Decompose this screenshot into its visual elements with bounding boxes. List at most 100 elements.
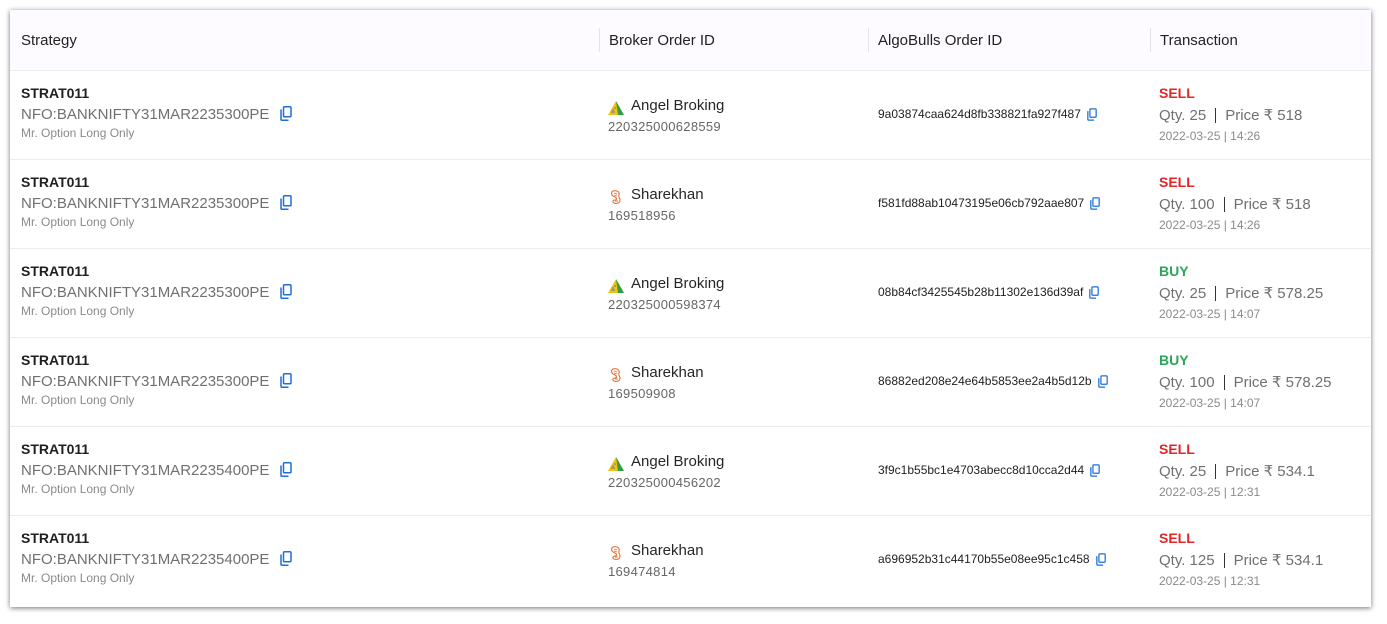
copy-icon[interactable] (280, 373, 293, 388)
copy-icon[interactable] (280, 551, 293, 566)
price: Price ₹ 518 (1233, 196, 1311, 213)
qty-price: Qty. 100 Price ₹ 518 (1159, 195, 1311, 214)
instrument-symbol: NFO:BANKNIFTY31MAR2235300PE (21, 373, 270, 390)
broker-order-id: 169518956 (608, 208, 676, 223)
quantity: Qty. 100 (1159, 195, 1215, 213)
copy-icon[interactable] (1095, 552, 1106, 566)
instrument-cell: NFO:BANKNIFTY31MAR2235300PE (21, 106, 293, 123)
strategy-name[interactable]: STRAT011 (21, 174, 89, 190)
algobulls-order-id: 86882ed208e24e64b5853ee2a4b5d12b (878, 374, 1092, 388)
instrument-cell: NFO:BANKNIFTY31MAR2235300PE (21, 195, 293, 212)
strategy-name[interactable]: STRAT011 (21, 352, 89, 368)
copy-icon[interactable] (1097, 374, 1108, 388)
broker-cell: Angel Broking (608, 94, 724, 116)
algobulls-order-cell: 86882ed208e24e64b5853ee2a4b5d12b (878, 374, 1108, 388)
copy-icon[interactable] (1087, 107, 1097, 121)
price: Price ₹ 534.1 (1225, 463, 1315, 480)
broker-cell: Sharekhan (608, 183, 704, 205)
table-header: Strategy Broker Order ID AlgoBulls Order… (10, 10, 1371, 71)
table-row: STRAT011 NFO:BANKNIFTY31MAR2235300PE Mr.… (10, 160, 1371, 249)
qty-price: Qty. 125 Price ₹ 534.1 (1159, 551, 1324, 570)
instrument-symbol: NFO:BANKNIFTY31MAR2235300PE (21, 106, 270, 123)
broker-order-id: 169474814 (608, 564, 676, 579)
strategy-description: Mr. Option Long Only (21, 482, 135, 496)
sharekhan-logo-icon (608, 367, 625, 383)
price: Price ₹ 578.25 (1233, 374, 1332, 391)
table-row: STRAT011 NFO:BANKNIFTY31MAR2235300PE Mr.… (10, 71, 1371, 160)
broker-cell: Sharekhan (608, 361, 704, 383)
price: Price ₹ 518 (1225, 107, 1303, 124)
transaction-side: BUY (1159, 263, 1189, 279)
divider (1215, 285, 1217, 301)
quantity: Qty. 25 (1159, 462, 1207, 480)
instrument-cell: NFO:BANKNIFTY31MAR2235300PE (21, 284, 293, 301)
broker-cell: Angel Broking (608, 272, 724, 294)
instrument-symbol: NFO:BANKNIFTY31MAR2235400PE (21, 551, 270, 568)
broker-name: Angel Broking (631, 96, 725, 114)
header-strategy[interactable]: Strategy (21, 10, 77, 70)
broker-order-id: 169509908 (608, 386, 676, 401)
timestamp: 2022-03-25 | 14:26 (1159, 218, 1261, 232)
algobulls-order-cell: 9a03874caa624d8fb338821fa927f487 (878, 107, 1097, 121)
instrument-cell: NFO:BANKNIFTY31MAR2235300PE (21, 373, 293, 390)
sharekhan-logo-icon (608, 189, 625, 205)
orders-table: Strategy Broker Order ID AlgoBulls Order… (10, 10, 1371, 607)
angel-broking-logo-icon (608, 100, 625, 116)
strategy-name[interactable]: STRAT011 (21, 530, 89, 546)
instrument-cell: NFO:BANKNIFTY31MAR2235400PE (21, 551, 293, 568)
divider (1215, 463, 1217, 479)
algobulls-order-id: 08b84cf3425545b28b11302e136d39af (878, 285, 1084, 299)
table-row: STRAT011 NFO:BANKNIFTY31MAR2235400PE Mr.… (10, 427, 1371, 516)
header-broker-order-id[interactable]: Broker Order ID (599, 28, 715, 52)
transaction-side: BUY (1159, 352, 1189, 368)
divider (1215, 107, 1217, 123)
copy-icon[interactable] (1090, 196, 1101, 210)
broker-name: Sharekhan (631, 185, 704, 203)
qty-price: Qty. 25 Price ₹ 534.1 (1159, 462, 1315, 481)
quantity: Qty. 25 (1159, 284, 1207, 302)
timestamp: 2022-03-25 | 14:26 (1159, 129, 1261, 143)
strategy-name[interactable]: STRAT011 (21, 441, 89, 457)
strategy-name[interactable]: STRAT011 (21, 263, 89, 279)
instrument-symbol: NFO:BANKNIFTY31MAR2235300PE (21, 284, 270, 301)
copy-icon[interactable] (280, 195, 293, 210)
algobulls-order-cell: 3f9c1b55bc1e4703abecc8d10cca2d44 (878, 463, 1100, 477)
copy-icon[interactable] (280, 284, 293, 299)
header-transaction[interactable]: Transaction (1150, 28, 1238, 52)
broker-name: Angel Broking (631, 452, 725, 470)
instrument-symbol: NFO:BANKNIFTY31MAR2235400PE (21, 462, 270, 479)
algobulls-order-id: a696952b31c44170b55e08ee95c1c458 (878, 552, 1090, 566)
strategy-description: Mr. Option Long Only (21, 215, 135, 229)
algobulls-order-id: f581fd88ab10473195e06cb792aae807 (878, 196, 1085, 210)
header-algobulls-order-id[interactable]: AlgoBulls Order ID (868, 28, 1002, 52)
quantity: Qty. 125 (1159, 551, 1215, 569)
qty-price: Qty. 100 Price ₹ 578.25 (1159, 373, 1332, 392)
strategy-name[interactable]: STRAT011 (21, 85, 89, 101)
copy-icon[interactable] (280, 106, 293, 121)
broker-name: Sharekhan (631, 541, 704, 559)
transaction-side: SELL (1159, 174, 1195, 190)
copy-icon[interactable] (1090, 463, 1100, 477)
copy-icon[interactable] (280, 462, 293, 477)
copy-icon[interactable] (1089, 285, 1100, 299)
strategy-description: Mr. Option Long Only (21, 304, 135, 318)
instrument-cell: NFO:BANKNIFTY31MAR2235400PE (21, 462, 293, 479)
timestamp: 2022-03-25 | 14:07 (1159, 307, 1261, 321)
algobulls-order-id: 9a03874caa624d8fb338821fa927f487 (878, 107, 1081, 121)
quantity: Qty. 100 (1159, 373, 1215, 391)
broker-name: Angel Broking (631, 274, 725, 292)
algobulls-order-id: 3f9c1b55bc1e4703abecc8d10cca2d44 (878, 463, 1085, 477)
quantity: Qty. 25 (1159, 106, 1207, 124)
instrument-symbol: NFO:BANKNIFTY31MAR2235300PE (21, 195, 270, 212)
transaction-side: SELL (1159, 530, 1195, 546)
timestamp: 2022-03-25 | 12:31 (1159, 574, 1261, 588)
price: Price ₹ 534.1 (1233, 552, 1324, 569)
qty-price: Qty. 25 Price ₹ 578.25 (1159, 284, 1324, 303)
sharekhan-logo-icon (608, 545, 625, 561)
table-body: STRAT011 NFO:BANKNIFTY31MAR2235300PE Mr.… (10, 71, 1371, 604)
algobulls-order-cell: a696952b31c44170b55e08ee95c1c458 (878, 552, 1106, 566)
price: Price ₹ 578.25 (1225, 285, 1324, 302)
strategy-description: Mr. Option Long Only (21, 393, 135, 407)
table-row: STRAT011 NFO:BANKNIFTY31MAR2235300PE Mr.… (10, 249, 1371, 338)
divider (1223, 552, 1225, 568)
